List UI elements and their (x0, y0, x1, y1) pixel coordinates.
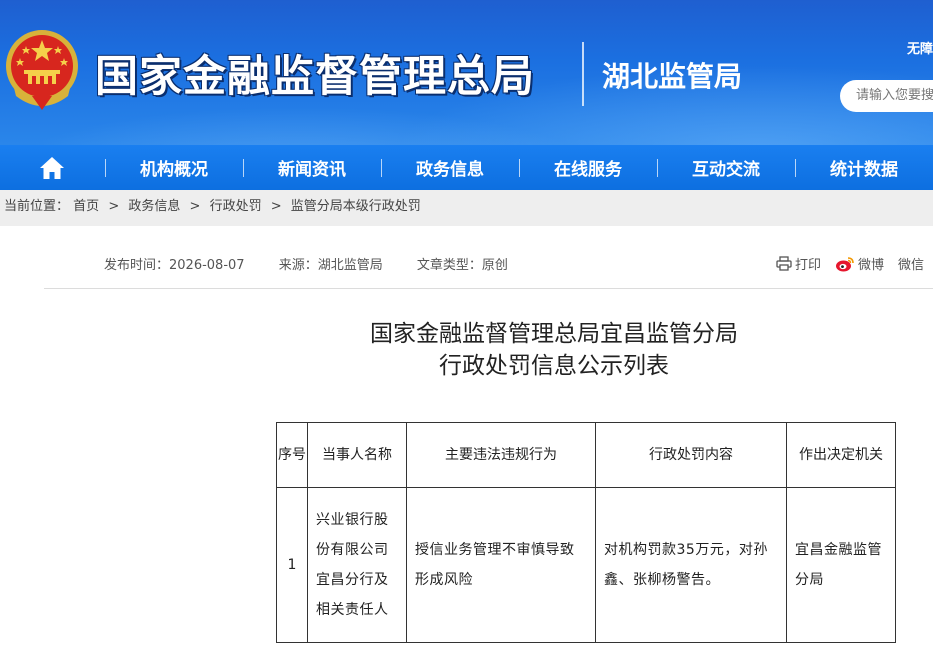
nav-item-news[interactable]: 新闻资讯 (242, 145, 381, 190)
main-nav: 机构概况 新闻资讯 政务信息 在线服务 互动交流 统计数据 (0, 145, 933, 190)
nav-item-online-service[interactable]: 在线服务 (518, 145, 657, 190)
breadcrumb-separator: > (270, 199, 282, 214)
print-button[interactable]: 打印 (795, 254, 821, 273)
cell-party: 兴业银行股份有限公司宜昌分行及相关责任人 (307, 487, 407, 643)
header-no: 序号 (276, 422, 308, 488)
weibo-icon[interactable] (835, 256, 855, 272)
content-divider (44, 288, 933, 289)
cell-penalty: 对机构罚款35万元，对孙鑫、张柳杨警告。 (595, 487, 787, 643)
document-title: 国家金融监督管理总局宜昌监管分局 行政处罚信息公示列表 (0, 318, 933, 382)
cell-violation: 授信业务管理不审慎导致形成风险 (406, 487, 596, 643)
cell-authority: 宜昌金融监管分局 (786, 487, 896, 643)
breadcrumb-separator: > (108, 199, 120, 214)
breadcrumb-item-government-info[interactable]: 政务信息 (128, 190, 180, 224)
nav-item-interaction[interactable]: 互动交流 (656, 145, 795, 190)
breadcrumb-separator: > (189, 199, 201, 214)
nav-item-government-info[interactable]: 政务信息 (380, 145, 519, 190)
search-input[interactable]: 请输入您要搜 (840, 80, 933, 112)
site-title: 国家金融监督管理总局 (95, 52, 535, 102)
title-divider (582, 42, 584, 106)
nav-item-statistics[interactable]: 统计数据 (794, 145, 933, 190)
share-bar: 打印 微博 微信 (776, 254, 924, 273)
national-emblem-icon (6, 30, 78, 110)
article-source: 来源：湖北监管局 (278, 258, 383, 273)
header-violation: 主要违法违规行为 (406, 422, 596, 488)
document-title-line-2: 行政处罚信息公示列表 (439, 353, 669, 379)
breadcrumb-item-home[interactable]: 首页 (73, 190, 99, 224)
accessibility-link[interactable]: 无障 (907, 38, 933, 57)
breadcrumb-item-branch-penalty[interactable]: 监管分局本级行政处罚 (291, 190, 421, 224)
weibo-share-button[interactable]: 微博 (858, 254, 884, 273)
nav-home[interactable] (0, 145, 105, 190)
printer-icon[interactable] (776, 256, 792, 271)
article-type: 文章类型：原创 (416, 258, 508, 273)
site-header: 国家金融监督管理总局 湖北监管局 无障 请输入您要搜 (0, 0, 933, 145)
document-title-line-1: 国家金融监督管理总局宜昌监管分局 (370, 321, 738, 347)
breadcrumb: 当前位置： 首页 > 政务信息 > 行政处罚 > 监管分局本级行政处罚 (0, 190, 933, 226)
header-authority: 作出决定机关 (786, 422, 896, 488)
header-penalty: 行政处罚内容 (595, 422, 787, 488)
cell-no: 1 (276, 487, 308, 643)
article-meta: 发布时间：2026-08-07 来源：湖北监管局 文章类型：原创 (104, 254, 538, 273)
table-row: 1 兴业银行股份有限公司宜昌分行及相关责任人 授信业务管理不审慎导致形成风险 对… (276, 487, 896, 643)
breadcrumb-item-penalty[interactable]: 行政处罚 (210, 190, 262, 224)
wechat-share-button[interactable]: 微信 (898, 254, 924, 273)
breadcrumb-label: 当前位置： (4, 199, 70, 214)
penalty-table: 序号 当事人名称 主要违法违规行为 行政处罚内容 作出决定机关 1 兴业银行股份… (276, 422, 896, 643)
home-icon (40, 156, 65, 179)
publish-time: 发布时间：2026-08-07 (104, 258, 245, 273)
bureau-subtitle: 湖北监管局 (602, 60, 743, 93)
header-party: 当事人名称 (307, 422, 407, 488)
table-header-row: 序号 当事人名称 主要违法违规行为 行政处罚内容 作出决定机关 (276, 422, 896, 488)
nav-item-institution[interactable]: 机构概况 (104, 145, 243, 190)
